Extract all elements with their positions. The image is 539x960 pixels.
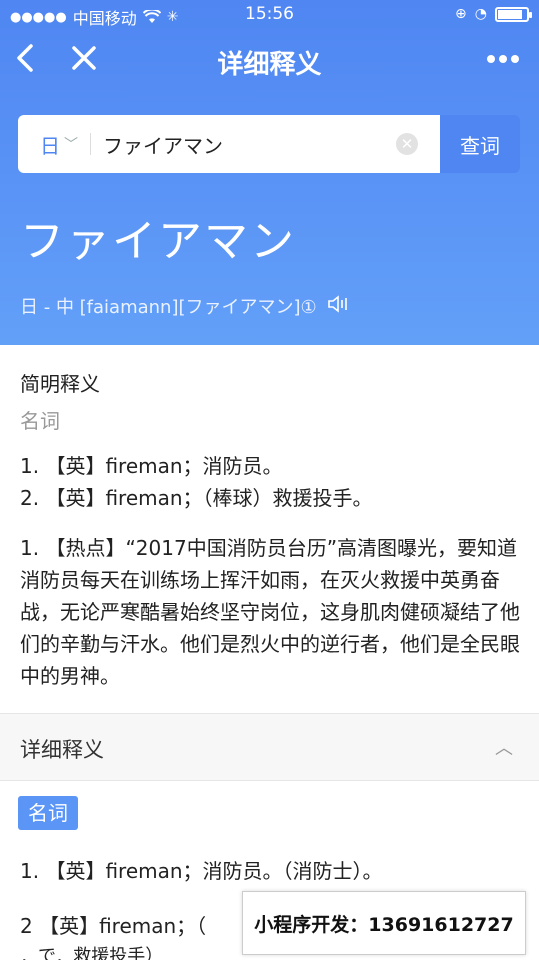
detail-definition: 2 【英】fireman；（	[20, 914, 207, 938]
brief-definition: 2. 【英】fireman；（棒球）救援投手。	[20, 486, 373, 510]
divider	[90, 133, 91, 155]
brief-definition: 1. 【英】fireman；消防员。	[20, 454, 283, 478]
pronunciation-text: 日 - 中 [faiamann][ファイアマン]①	[20, 297, 317, 318]
detail-section-title: 详细释义	[20, 738, 104, 762]
hot-topic-text: 1. 【热点】“2017中国消防员台历”高清图曝光，要知道消防员每天在训练场上挥…	[20, 536, 520, 688]
brief-section-title: 简明释义	[20, 372, 100, 396]
search-input[interactable]	[103, 132, 353, 156]
speaker-icon[interactable]	[327, 294, 353, 319]
battery-icon	[495, 6, 532, 22]
brief-pos: 名词	[20, 409, 60, 433]
detail-definition: ．で．救援投手）	[20, 946, 164, 960]
chevron-up-icon[interactable]: ︿	[495, 734, 513, 760]
language-label: 日	[40, 133, 60, 158]
detail-definition: 1. 【英】fireman；消防员。（消防士）。	[20, 859, 383, 883]
more-icon[interactable]	[483, 40, 523, 76]
pos-tag: 名词	[18, 796, 78, 830]
headword: ファイアマン	[20, 216, 296, 267]
chevron-down-icon: ﹀	[64, 137, 78, 153]
search-button[interactable]: 查词	[440, 115, 520, 173]
pronunciation: 日 - 中 [faiamann][ファイアマン]①	[20, 293, 353, 319]
nav-bar: 详细释义	[0, 30, 539, 90]
detail-section-header[interactable]: 详细释义 ︿	[0, 713, 539, 781]
contact-watermark: 小程序开发：13691612727	[242, 891, 526, 955]
alarm-icon: ◔	[474, 6, 487, 22]
clear-icon[interactable]: ✕	[396, 133, 418, 155]
battery-level	[498, 9, 522, 19]
search-bar: 日 ﹀ ✕ 查词	[18, 115, 520, 173]
language-selector[interactable]: 日 ﹀	[18, 130, 78, 159]
status-bar: ●●●●● 中国移动 ✳ 15:56 ⊕ ◔	[0, 0, 539, 30]
rotation-lock-icon: ⊕	[455, 6, 467, 22]
page-title: 详细释义	[217, 50, 322, 80]
